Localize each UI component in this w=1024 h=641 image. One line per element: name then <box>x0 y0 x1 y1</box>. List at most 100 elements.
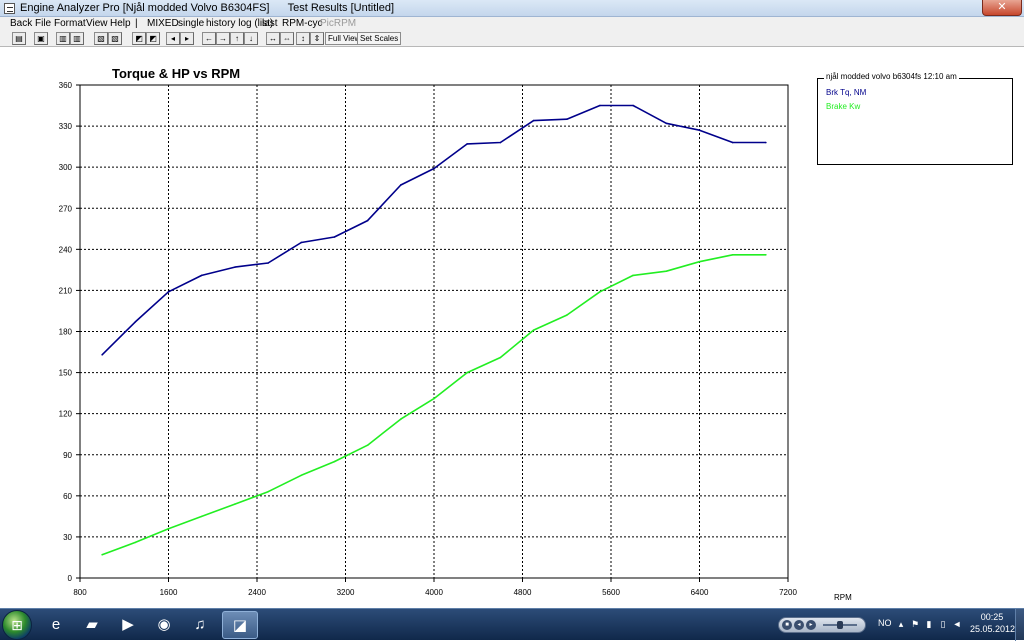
media-next-icon[interactable]: ▸ <box>806 620 816 630</box>
series-1-point <box>698 129 701 131</box>
tray-arrow-icon[interactable]: ▴ <box>896 619 906 629</box>
menu-item-rpm-cyc[interactable]: RPM-cyc <box>282 18 323 29</box>
toolbar-button-graph[interactable]: ◩ <box>146 32 160 45</box>
toolbar-button-chart[interactable]: ▥ <box>70 32 84 45</box>
series-1-point <box>466 143 468 145</box>
toolbar-button-zoom[interactable]: ▧ <box>94 32 108 45</box>
menu-item-last[interactable]: last <box>262 18 278 29</box>
arrow-up-icon: ↑ <box>235 34 239 43</box>
media-stop-icon[interactable]: ■ <box>782 620 792 630</box>
x-tick-label: 1600 <box>160 588 178 597</box>
series-2-point <box>134 541 137 544</box>
close-button[interactable]: ✕ <box>982 0 1022 16</box>
menu-bar: Back File Format View Help | MIXED single histor… <box>0 17 1024 31</box>
toolbar-button-next[interactable]: ▸ <box>180 32 194 45</box>
media-prev-icon[interactable]: ◂ <box>794 620 804 630</box>
menu-item-view[interactable]: View <box>86 18 108 29</box>
tray-network-icon[interactable]: ▮ <box>924 619 934 629</box>
toolbar-button-arrow-down[interactable]: ↓ <box>244 32 258 45</box>
taskbar-engine-analyzer-icon[interactable]: ◪ <box>222 611 258 639</box>
series-2-point <box>366 444 369 446</box>
y-tick-label: 210 <box>59 286 73 295</box>
toolbar-button-shrink-h[interactable]: ↔ <box>266 32 280 45</box>
menu-item-help[interactable]: Help <box>110 18 131 29</box>
menu-item-back[interactable]: Back <box>10 18 32 29</box>
y-tick-label: 270 <box>59 204 73 213</box>
x-tick-label: 4800 <box>514 588 532 597</box>
show-desktop-button[interactable] <box>1015 609 1024 641</box>
set-scales-button[interactable]: Set Scales <box>357 32 402 45</box>
series-2-point <box>599 290 601 293</box>
zoom-icon: ▧ <box>111 34 119 43</box>
y-tick-label: 120 <box>59 410 73 419</box>
prev-icon: ◂ <box>170 34 175 43</box>
y-tick-label: 150 <box>59 369 73 378</box>
toolbar-button-arrow-left[interactable]: ← <box>202 32 216 45</box>
menu-item-format[interactable]: Format <box>54 18 86 29</box>
series-1-point <box>300 241 303 244</box>
x-tick-label: 3200 <box>337 588 355 597</box>
taskbar-itunes-icon[interactable]: ♫ <box>182 611 218 639</box>
series-1-point <box>665 122 668 125</box>
chart-title: Torque & HP vs RPM <box>112 66 240 81</box>
media-volume-slider[interactable] <box>837 621 843 629</box>
chart-legend: njål modded volvo b6304fs 12:10 am Brk T… <box>817 72 1013 165</box>
toolbar-button-chart[interactable]: ▥ <box>56 32 70 45</box>
media-player-toolbar[interactable]: ■ ◂ ▸ <box>778 617 866 633</box>
x-tick-label: 800 <box>73 588 87 597</box>
series-1-point <box>499 141 502 144</box>
zoom-icon: ▧ <box>97 34 105 43</box>
clock-date[interactable]: 25.05.2012 <box>970 624 1015 634</box>
toolbar-button-expand-v[interactable]: ⇕ <box>310 32 324 45</box>
taskbar-media-player-icon[interactable]: ▶ <box>110 611 146 639</box>
x-tick-label: 7200 <box>779 588 797 597</box>
language-indicator[interactable]: NO <box>878 618 892 628</box>
clock-time[interactable]: 00:25 <box>970 612 1014 622</box>
next-icon: ▸ <box>184 34 189 43</box>
toolbar-button-save[interactable]: ▣ <box>34 32 48 45</box>
toolbar-button-zoom[interactable]: ▧ <box>108 32 122 45</box>
chart-icon: ▥ <box>73 34 81 43</box>
series-2-point <box>300 474 303 477</box>
x-tick-label: 5600 <box>602 588 620 597</box>
start-button[interactable]: ⊞ <box>2 610 32 640</box>
series-2-point <box>333 460 336 463</box>
toolbar-button-shrink-v[interactable]: ↕ <box>296 32 310 45</box>
y-tick-label: 240 <box>59 245 73 254</box>
app-icon[interactable] <box>4 3 15 14</box>
window-title: Engine Analyzer Pro [Njål modded Volvo B… <box>20 2 394 14</box>
taskbar-internet-explorer-icon[interactable]: e <box>38 611 74 639</box>
tray-flag-icon[interactable]: ⚑ <box>910 619 920 629</box>
menu-item-mixed[interactable]: MIXED <box>147 18 179 29</box>
save-icon: ▣ <box>37 34 45 43</box>
toolbar-button-prev[interactable]: ◂ <box>166 32 180 45</box>
menu-item-file[interactable]: File <box>35 18 51 29</box>
legend-entry-2: Brake Kw <box>826 102 861 111</box>
series-1-point <box>532 119 535 122</box>
menu-item-single[interactable]: single <box>178 18 204 29</box>
taskbar: ⊞ ■ ◂ ▸ NO ▴ ⚑ ▮ ▯ ◄ 00:25 25.05.2012 e ▰… <box>0 608 1024 641</box>
title-bar[interactable]: Engine Analyzer Pro [Njål modded Volvo B… <box>0 0 1024 17</box>
taskbar-file-explorer-icon[interactable]: ▰ <box>74 611 110 639</box>
series-1-point <box>101 353 103 356</box>
arrow-left-icon: ← <box>205 34 213 43</box>
menu-item-picrpm[interactable]: PicRPM <box>320 18 356 29</box>
application-window: Engine Analyzer Pro [Njål modded Volvo B… <box>0 0 1024 641</box>
tray-volume-icon[interactable]: ◄ <box>952 619 962 629</box>
series-1-point <box>765 141 767 144</box>
y-tick-label: 360 <box>59 81 73 90</box>
toolbar-button-print[interactable]: ▤ <box>12 32 26 45</box>
series-2-point <box>632 274 634 277</box>
toolbar-button-expand-h[interactable]: ⇔ <box>280 32 294 45</box>
y-tick-label: 30 <box>63 533 72 542</box>
y-tick-label: 300 <box>59 163 73 172</box>
x-tick-label: 6400 <box>691 588 709 597</box>
toolbar-button-graph[interactable]: ◩ <box>132 32 146 45</box>
series-1-point <box>565 118 568 121</box>
toolbar-button-arrow-up[interactable]: ↑ <box>230 32 244 45</box>
series-1-point <box>433 167 435 170</box>
tray-power-icon[interactable]: ▯ <box>938 619 948 629</box>
toolbar-button-arrow-right[interactable]: → <box>216 32 230 45</box>
taskbar-firefox-icon[interactable]: ◉ <box>146 611 182 639</box>
chart-icon: ▥ <box>59 34 67 43</box>
